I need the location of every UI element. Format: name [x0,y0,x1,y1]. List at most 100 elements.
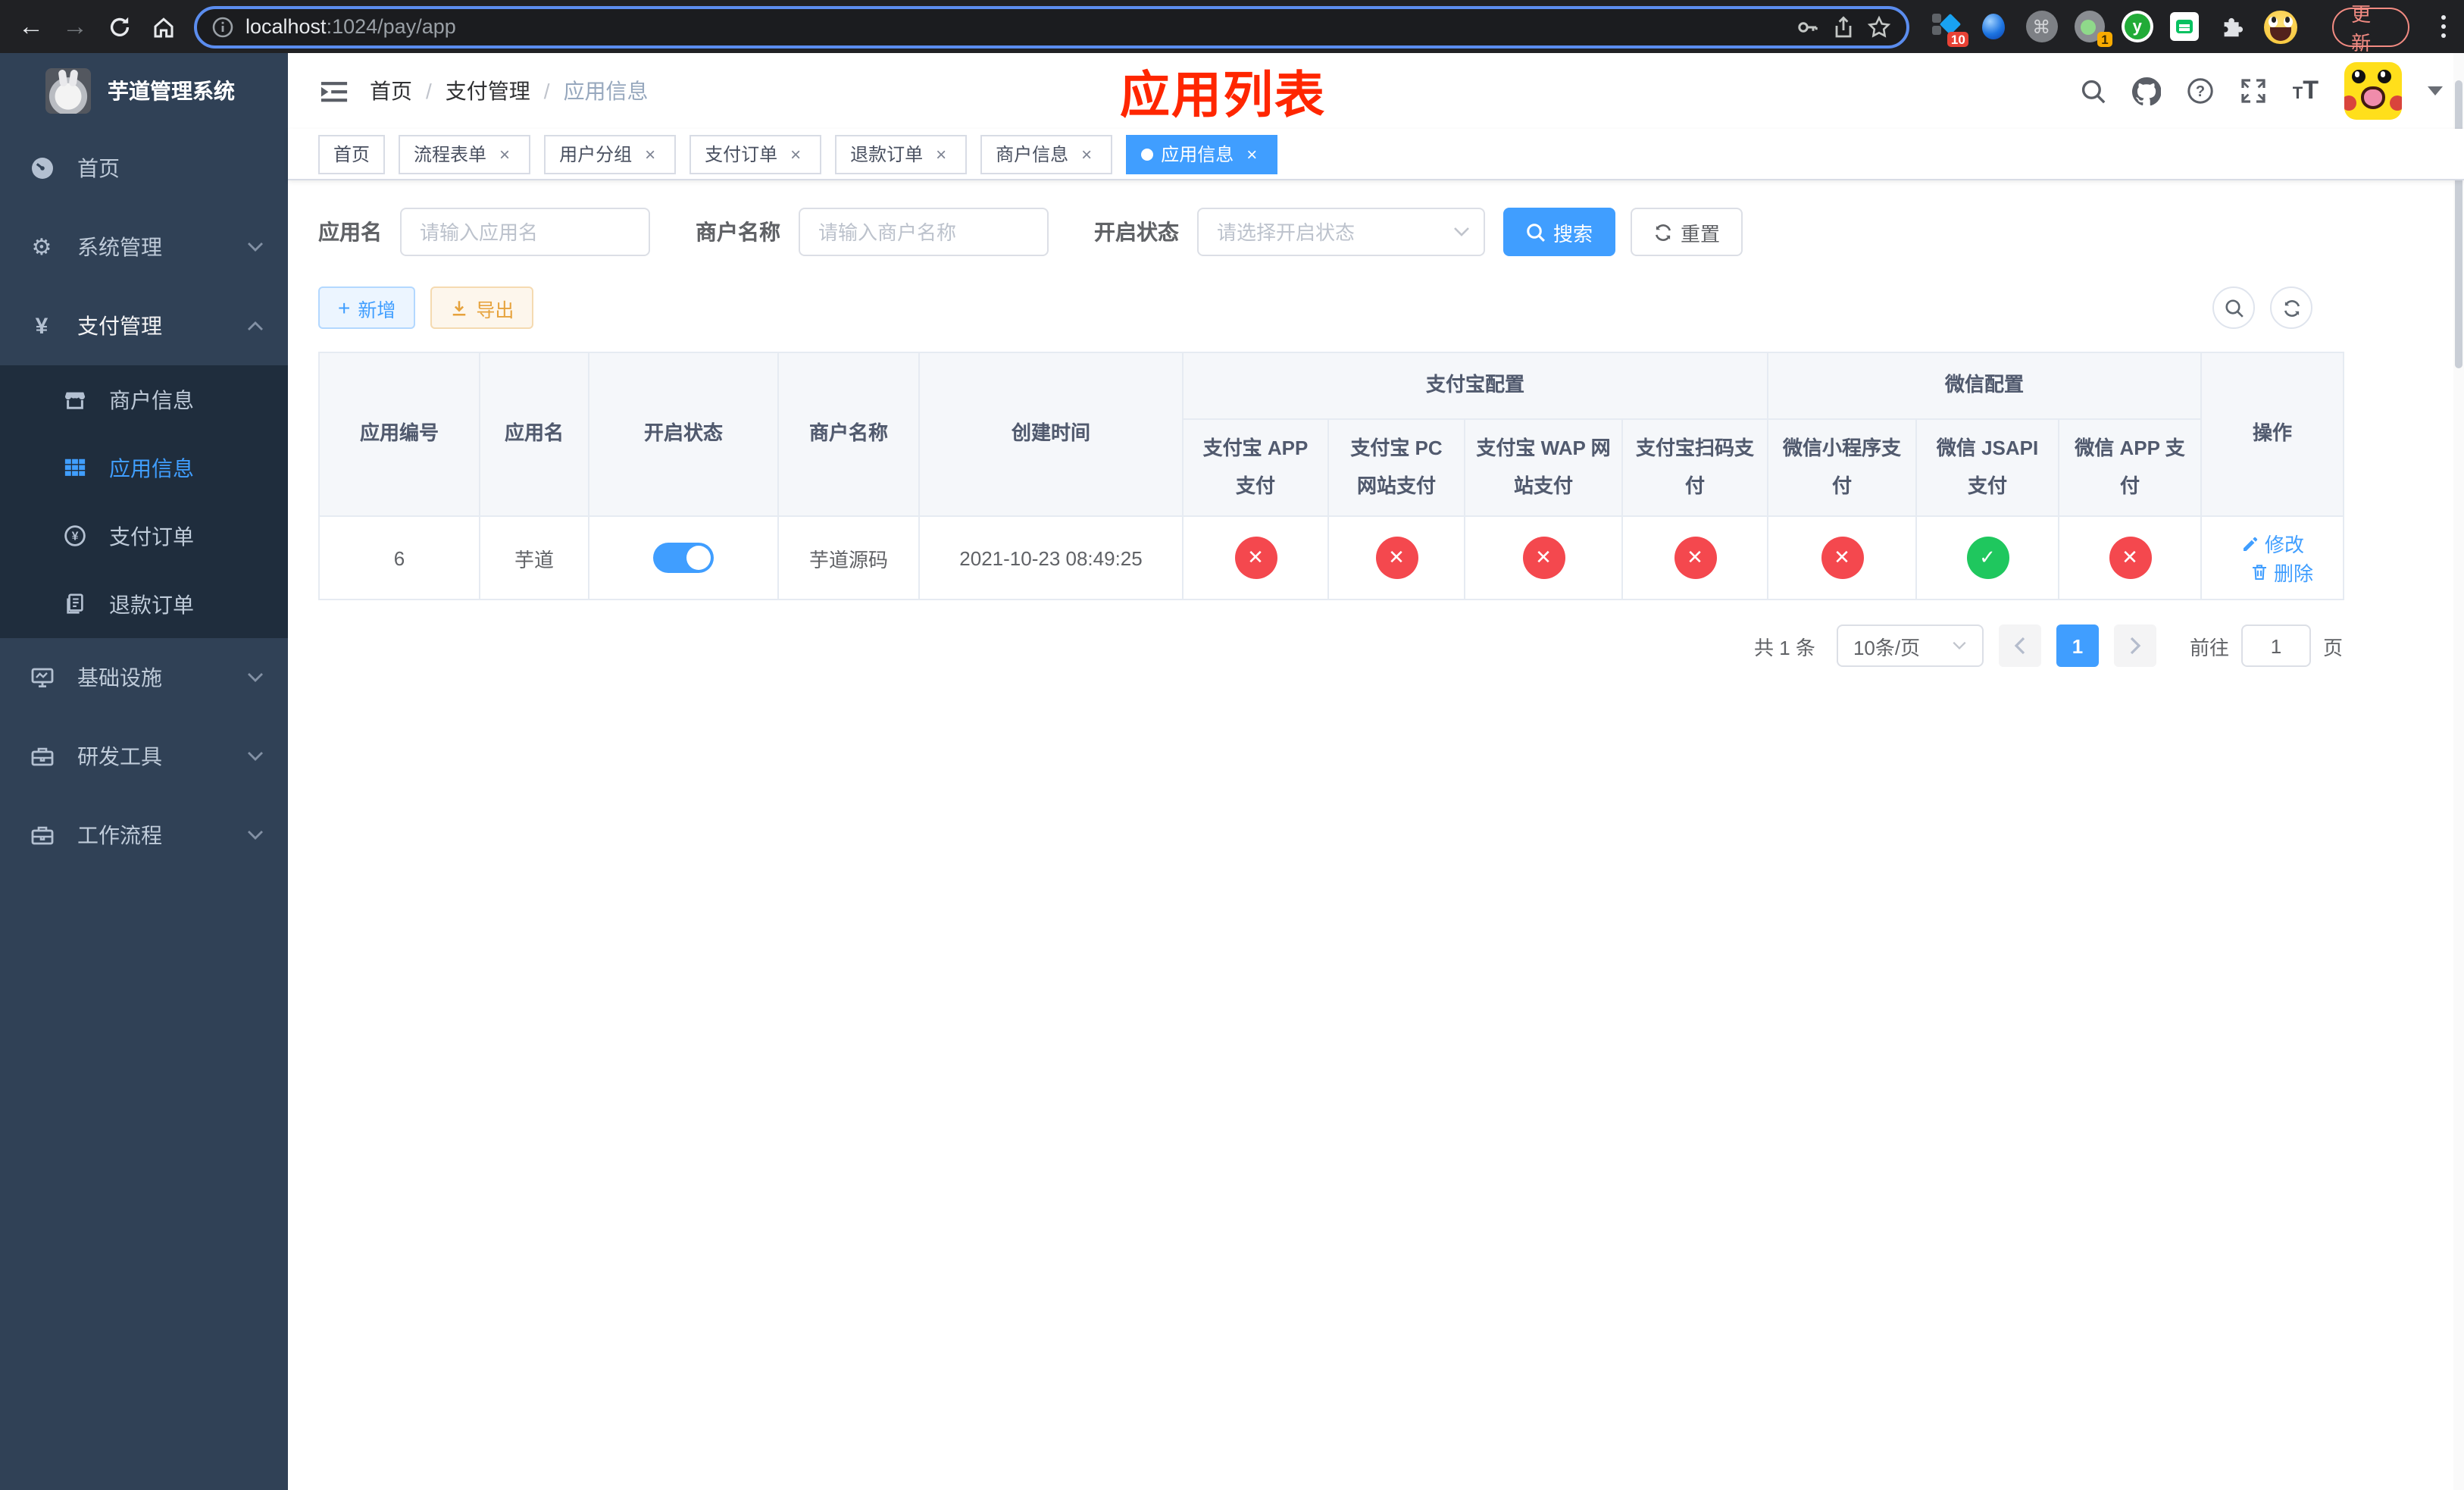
status-label: 开启状态 [1094,220,1179,244]
browser-home-button[interactable] [141,5,185,49]
browser-menu-button[interactable] [2431,10,2455,43]
edit-link[interactable]: 修改 [2240,530,2304,559]
bookmark-star-icon[interactable] [1867,14,1891,39]
merchant-name-input[interactable] [799,208,1049,256]
status-select-input[interactable] [1197,208,1485,256]
user-avatar[interactable] [2344,62,2402,120]
home-icon [153,17,173,37]
extension-chat-icon[interactable] [2170,11,2200,42]
tab-home[interactable]: 首页 [318,134,386,174]
breadcrumb-current: 应用信息 [563,79,649,103]
tab-pay-orders[interactable]: 支付订单 × [689,134,822,174]
fullscreen-icon[interactable] [2240,77,2267,105]
sidebar-item-pay-orders[interactable]: ¥ 支付订单 [0,502,288,570]
close-icon[interactable]: × [639,143,661,164]
sidebar-item-merchant-info[interactable]: 商户信息 [0,365,288,434]
goto-page-input[interactable] [2240,624,2311,668]
extension-timer-icon[interactable]: 1 [2074,11,2112,47]
github-icon[interactable] [2131,77,2161,105]
breadcrumb-home[interactable]: 首页 [370,76,412,106]
extension-balloon-icon[interactable] [1978,11,2009,42]
avatar-dropdown-caret[interactable] [2428,86,2443,95]
chrome-update-button[interactable]: 更新 [2331,2,2409,54]
close-icon[interactable]: × [930,143,952,164]
tab-label: 用户分组 [559,144,633,165]
help-icon[interactable]: ? [2187,77,2214,105]
share-icon[interactable] [1832,14,1855,39]
extension-command-icon[interactable] [2025,11,2058,42]
sidebar-item-refund-orders[interactable]: 退款订单 [0,570,288,638]
prev-page-button[interactable] [1998,624,2041,668]
refresh-icon [2283,299,2300,316]
address-bar[interactable]: localhost:1024/pay/app [194,5,1910,48]
sidebar-item-label: 研发工具 [77,744,162,768]
sidebar-item-infrastructure[interactable]: 基础设施 [0,638,288,717]
site-info-icon[interactable] [212,16,233,37]
sidebar-collapse-button[interactable] [306,64,361,118]
refresh-table-button[interactable] [2270,286,2312,329]
close-icon[interactable]: × [1076,143,1097,164]
download-icon [453,300,466,315]
tab-app-info[interactable]: 应用信息 × [1126,134,1278,174]
col-header-alipay-wap: 支付宝 WAP 网站支付 [1464,418,1623,518]
sidebar-item-system[interactable]: 系统管理 [0,208,288,286]
browser-back-button[interactable] [9,5,53,49]
add-button[interactable]: 新增 [318,286,416,329]
yen-icon [29,313,55,339]
goto-label: 前往 [2189,636,2229,659]
sidebar-item-app-info[interactable]: 应用信息 [0,434,288,502]
tab-merchant-info[interactable]: 商户信息 × [980,134,1113,174]
col-header-merchant: 商户名称 [777,351,920,518]
tags-view: 首页 流程表单 × 用户分组 × 支付订单 × 退款订单 × 商户信息 × 应用信息 × [288,129,2464,180]
search-icon [1527,223,1545,241]
breadcrumb-payment[interactable]: 支付管理 [446,76,530,106]
tab-label: 商户信息 [996,144,1069,165]
sidebar-item-dev-tools[interactable]: 研发工具 [0,717,288,796]
tab-user-group[interactable]: 用户分组 × [544,134,677,174]
sidebar-logo[interactable]: 芋道管理系统 [0,53,288,129]
status-select[interactable] [1197,208,1485,256]
tab-refund-orders[interactable]: 退款订单 × [835,134,968,174]
browser-toolbar: localhost:1024/pay/app 10 1 y [0,0,2464,54]
delete-link[interactable]: 删除 [2250,559,2313,587]
toggle-search-button[interactable] [2212,286,2255,329]
sidebar-item-home[interactable]: 首页 [0,129,288,208]
app-name-input[interactable] [400,208,650,256]
toolbox-icon [29,744,55,768]
tab-label: 支付订单 [705,144,778,165]
close-icon[interactable]: × [1241,143,1262,164]
font-size-icon[interactable]: TT [2293,76,2319,106]
close-icon[interactable]: × [785,143,806,164]
trash-icon [2252,565,2265,581]
document-icon [64,593,86,615]
close-icon[interactable]: × [494,143,515,164]
next-page-button[interactable] [2113,624,2156,668]
enabled-toggle[interactable] [653,543,714,574]
chevron-down-icon [247,830,264,840]
tab-process-form[interactable]: 流程表单 × [399,134,531,174]
chevron-right-icon [2130,637,2141,655]
page-scrollbar[interactable] [2453,53,2464,1490]
sidebar-item-workflow[interactable]: 工作流程 [0,796,288,875]
browser-forward-button[interactable] [53,5,97,49]
header-search-icon[interactable] [2081,78,2106,104]
cell-app-id: 6 [318,515,480,601]
sidebar-item-payment[interactable]: 支付管理 [0,286,288,365]
page-size-select[interactable]: 10条/页 [1836,624,1984,668]
password-key-icon[interactable] [1796,14,1820,39]
export-button[interactable]: 导出 [430,286,534,329]
status-alipay-app: ✕ [1234,537,1277,580]
browser-reload-button[interactable] [97,5,141,49]
search-button[interactable]: 搜索 [1503,208,1616,256]
page-number-1[interactable]: 1 [2056,624,2099,668]
extension-yuque-icon[interactable]: y [2121,11,2153,42]
page-unit-label: 页 [2322,636,2343,659]
extensions-puzzle-icon[interactable] [2217,11,2247,42]
status-alipay-pc: ✕ [1375,537,1418,580]
gear-icon [29,233,55,261]
browser-profile-avatar[interactable] [2264,10,2297,43]
chevron-down-icon [1952,642,1967,651]
scrollbar-thumb[interactable] [2455,80,2462,368]
extension-devtools-icon[interactable]: 10 [1931,11,1969,47]
reset-button[interactable]: 重置 [1631,208,1743,256]
